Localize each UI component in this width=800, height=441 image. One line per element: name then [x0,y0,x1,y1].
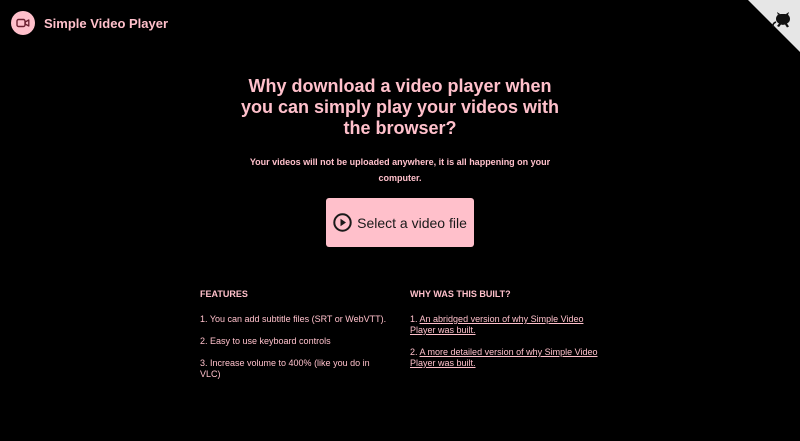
app-title: Simple Video Player [44,15,169,31]
why-title: WHY WAS THIS BUILT? [410,289,511,299]
why-item: 2. A more detailed version of why Simple… [410,347,602,369]
why-section: WHY WAS THIS BUILT? 1. An abridged versi… [410,289,602,380]
github-octocat-icon [748,0,800,52]
hero-subline: Your videos will not be uploaded anywher… [249,157,551,183]
feature-item: 3. Increase volume to 400% (like you do … [200,358,370,379]
why-item: 1. An abridged version of why Simple Vid… [410,314,602,336]
feature-item: 2. Easy to use keyboard controls [200,336,331,346]
why-item-number: 2. [410,347,418,357]
hero-headline: Why download a video player when you can… [240,76,560,138]
detailed-version-link[interactable]: A more detailed version of why Simple Vi… [410,347,597,368]
why-item-number: 1. [410,314,418,324]
select-video-file-label: Select a video file [357,214,467,231]
feature-item: 1. You can add subtitle files (SRT or We… [200,314,387,324]
abridged-version-link[interactable]: An abridged version of why Simple Video … [410,314,583,335]
brand[interactable]: Simple Video Player [11,11,168,35]
video-camera-icon [11,11,35,35]
features-title: FEATURES [200,289,248,299]
select-video-file-button[interactable]: Select a video file [326,198,474,247]
page: Simple Video Player Why download a video… [0,0,800,441]
hero-section: Why download a video player when you can… [0,76,800,186]
features-section: FEATURES 1. You can add subtitle files (… [200,289,392,391]
github-corner-link[interactable] [748,0,800,52]
play-circle-icon [333,213,352,232]
